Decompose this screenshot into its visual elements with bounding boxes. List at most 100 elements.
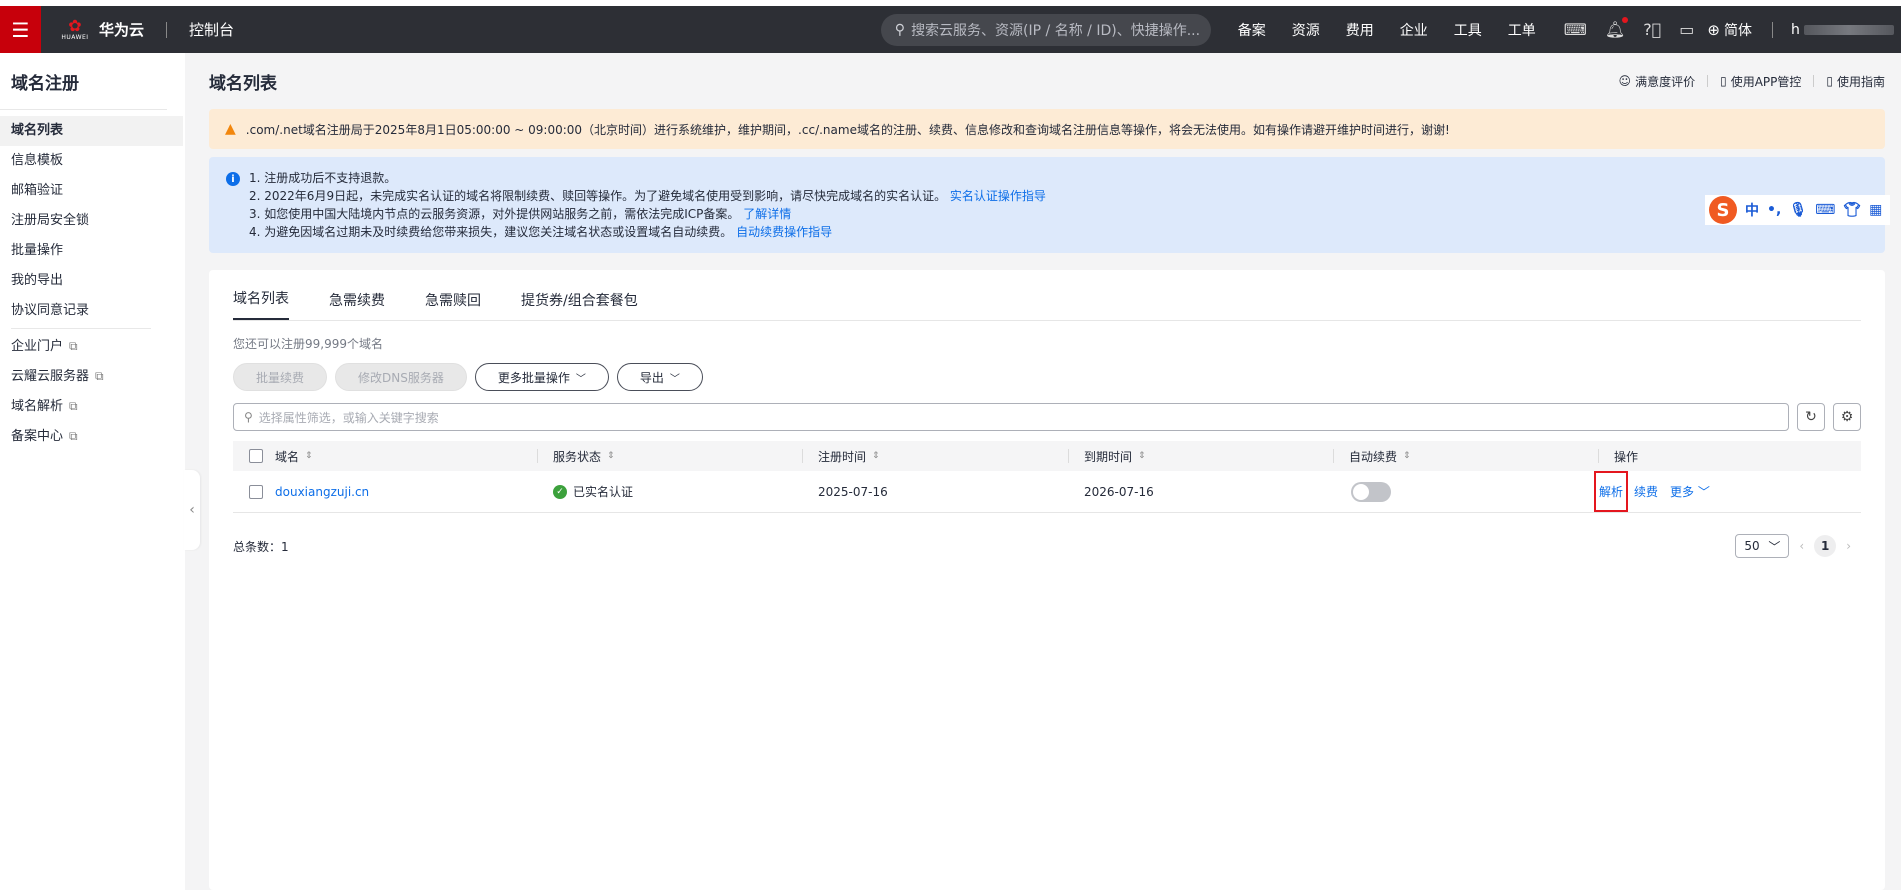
tab-vouchers[interactable]: 提货券/组合套餐包	[521, 290, 638, 320]
nav-billing[interactable]: 费用	[1346, 20, 1374, 40]
table-row: douxiangzuji.cn ✓ 已实名认证 2025-07-16 2026-0…	[233, 471, 1861, 513]
export-button[interactable]: 导出 ﹀	[616, 363, 703, 391]
tab-domain-list[interactable]: 域名列表	[233, 288, 289, 320]
ime-punctuation-toggle[interactable]: •,	[1767, 202, 1781, 218]
guide-icon: ▯	[1826, 74, 1833, 88]
phone-icon: ▯	[1720, 74, 1727, 88]
sidebar-item-domain-list[interactable]: 域名列表	[0, 116, 183, 146]
modify-dns-button[interactable]: 修改DNS服务器	[335, 363, 467, 391]
prev-page-button[interactable]: ‹	[1799, 539, 1804, 553]
sidebar-item-agreement-records[interactable]: 协议同意记录	[0, 296, 183, 326]
sidebar-item-my-exports[interactable]: 我的导出	[0, 266, 183, 296]
microphone-icon[interactable]: 🎙︎	[1789, 202, 1807, 218]
icp-details-link[interactable]: 了解详情	[743, 207, 791, 221]
table-footer: 总条数：1 50 ﹀ ‹ 1 ›	[233, 533, 1861, 559]
terminal-icon[interactable]: ⌨	[1564, 20, 1587, 39]
chevron-down-icon: ﹀	[1697, 485, 1710, 499]
help-icon[interactable]: ?⃝	[1643, 20, 1661, 39]
sidebar-collapse-button[interactable]: ‹	[184, 470, 200, 550]
header-reg-date: 注册时间	[818, 449, 867, 464]
renew-link[interactable]: 续费	[1634, 483, 1658, 500]
sort-icon[interactable]: ⇕	[305, 451, 313, 461]
user-guide-link[interactable]: ▯ 使用指南	[1826, 73, 1885, 90]
tab-bar: 域名列表 急需续费 急需赎回 提货券/组合套餐包	[233, 270, 1861, 321]
global-search-input[interactable]: ⚲ 搜索云服务、资源(IP / 名称 / ID)、快捷操作...	[880, 13, 1211, 46]
external-link-icon: ⧉	[69, 339, 78, 353]
keyboard-icon[interactable]: ⌨	[1815, 202, 1835, 218]
sort-icon[interactable]: ⇕	[607, 451, 615, 461]
sidebar-item-email-verify[interactable]: 邮箱验证	[0, 176, 183, 206]
maintenance-warning-banner: ▲ .com/.net域名注册局于2025年8月1日05:00:00 ~ 09:…	[209, 109, 1885, 149]
domain-table: 域名 ⇕ 服务状态 ⇕ 注册时间 ⇕ 到期时间 ⇕ 自动续费 ⇕ 操作 douxiangz…	[233, 441, 1861, 513]
huawei-cloud-logo[interactable]: ✿ HUAWEI 华为云	[61, 16, 144, 44]
batch-renew-button[interactable]: 批量续费	[233, 363, 328, 391]
nav-beian[interactable]: 备案	[1238, 20, 1266, 40]
warning-text: .com/.net域名注册局于2025年8月1日05:00:00 ~ 09:00…	[245, 122, 1450, 137]
divider	[1813, 75, 1815, 87]
select-all-checkbox[interactable]	[249, 449, 263, 463]
header-links: ☺ 满意度评价 ▯ 使用APP管控 ▯ 使用指南	[1619, 73, 1885, 90]
feedback-icon[interactable]: ▭	[1679, 20, 1694, 39]
auto-renew-guide-link[interactable]: 自动续费操作指导	[736, 225, 832, 239]
page-title: 域名列表	[209, 73, 277, 94]
row-checkbox[interactable]	[249, 484, 263, 499]
sidebar-item-beian-center[interactable]: 备案中心 ⧉	[0, 421, 183, 451]
console-link[interactable]: 控制台	[189, 19, 234, 40]
tab-urgent-renew[interactable]: 急需续费	[329, 290, 385, 320]
app-control-link[interactable]: ▯ 使用APP管控	[1720, 73, 1801, 90]
top-nav-links: 备案 资源 费用 企业 工具 工单	[1225, 20, 1549, 40]
globe-icon: ⊕	[1707, 20, 1720, 39]
nav-enterprise[interactable]: 企业	[1400, 20, 1428, 40]
sogou-logo-icon[interactable]: S	[1709, 196, 1737, 224]
skin-icon[interactable]: 👕︎	[1843, 202, 1861, 218]
realname-guide-link[interactable]: 实名认证操作指导	[950, 189, 1046, 203]
sidebar-item-flexus-server[interactable]: 云耀云服务器 ⧉	[0, 361, 183, 391]
more-batch-ops-button[interactable]: 更多批量操作 ﹀	[474, 363, 609, 391]
nav-tickets[interactable]: 工单	[1508, 20, 1536, 40]
menu-button[interactable]: ☰	[0, 6, 41, 53]
auto-renew-toggle[interactable]	[1351, 481, 1391, 502]
sidebar-item-info-template[interactable]: 信息模板	[0, 146, 183, 176]
page-number[interactable]: 1	[1814, 535, 1837, 557]
domain-link[interactable]: douxiangzuji.cn	[275, 485, 369, 499]
tab-urgent-redeem[interactable]: 急需赎回	[425, 290, 481, 320]
more-actions-dropdown[interactable]: 更多 ﹀	[1670, 483, 1710, 500]
satisfaction-link[interactable]: ☺ 满意度评价	[1619, 73, 1696, 90]
nav-tools[interactable]: 工具	[1454, 20, 1482, 40]
sidebar-item-batch-ops[interactable]: 批量操作	[0, 236, 183, 266]
sidebar-item-enterprise-portal[interactable]: 企业门户 ⧉	[0, 331, 183, 361]
sort-icon[interactable]: ⇕	[872, 451, 880, 461]
sort-icon[interactable]: ⇕	[1403, 451, 1411, 461]
info-line-2: 2. 2022年6月9日起，未完成实名认证的域名将限制续费、赎回等操作。为了避免…	[249, 189, 1046, 203]
page-size-select[interactable]: 50 ﹀	[1735, 534, 1790, 558]
filter-search-input[interactable]: ⚲ 选择属性筛选，或输入关键字搜索	[233, 403, 1789, 431]
settings-button[interactable]: ⚙	[1833, 403, 1861, 431]
sort-icon[interactable]: ⇕	[1138, 451, 1146, 461]
search-placeholder: 搜索云服务、资源(IP / 名称 / ID)、快捷操作...	[911, 22, 1201, 39]
refresh-button[interactable]: ↻	[1797, 403, 1825, 431]
filter-placeholder: 选择属性筛选，或输入关键字搜索	[258, 410, 439, 425]
action-buttons: 批量续费 修改DNS服务器 更多批量操作 ﹀ 导出 ﹀	[233, 363, 1861, 391]
sidebar-item-dns[interactable]: 域名解析 ⧉	[0, 391, 183, 421]
account-menu[interactable]: h	[1791, 22, 1901, 38]
nav-resources[interactable]: 资源	[1292, 20, 1320, 40]
language-switch[interactable]: ⊕ 简体	[1707, 20, 1752, 40]
hamburger-icon: ☰	[11, 17, 30, 42]
smile-icon: ☺	[1618, 74, 1632, 88]
toolbox-icon[interactable]: ▦	[1869, 202, 1882, 218]
huawei-logo-icon: ✿ HUAWEI	[61, 16, 89, 41]
toggle-knob	[1353, 483, 1369, 500]
ime-mode-toggle[interactable]: 中	[1745, 200, 1759, 220]
info-line-4: 4. 为避免因域名过期未及时续费给您带来损失，建议您关注域名状态或设置域名自动续…	[249, 225, 833, 239]
external-link-icon: ⧉	[69, 399, 78, 413]
dns-resolve-link[interactable]: 解析	[1594, 471, 1629, 512]
sidebar-item-registry-lock[interactable]: 注册局安全锁	[0, 206, 183, 236]
refresh-icon: ↻	[1805, 409, 1817, 425]
ime-toolbar: S 中 •, 🎙︎ ⌨ 👕︎ ▦	[1705, 195, 1891, 225]
chevron-down-icon: ﹀	[669, 373, 680, 385]
top-navigation-bar: ☰ ✿ HUAWEI 华为云 控制台 ⚲ 搜索云服务、资源(IP / 名称 / …	[0, 6, 1901, 53]
next-page-button[interactable]: ›	[1846, 539, 1851, 553]
top-icons: ⌨ 🔔︎ ?⃝ ▭	[1555, 17, 1704, 39]
bell-icon[interactable]: 🔔︎	[1605, 17, 1629, 39]
header-status: 服务状态	[553, 449, 602, 464]
